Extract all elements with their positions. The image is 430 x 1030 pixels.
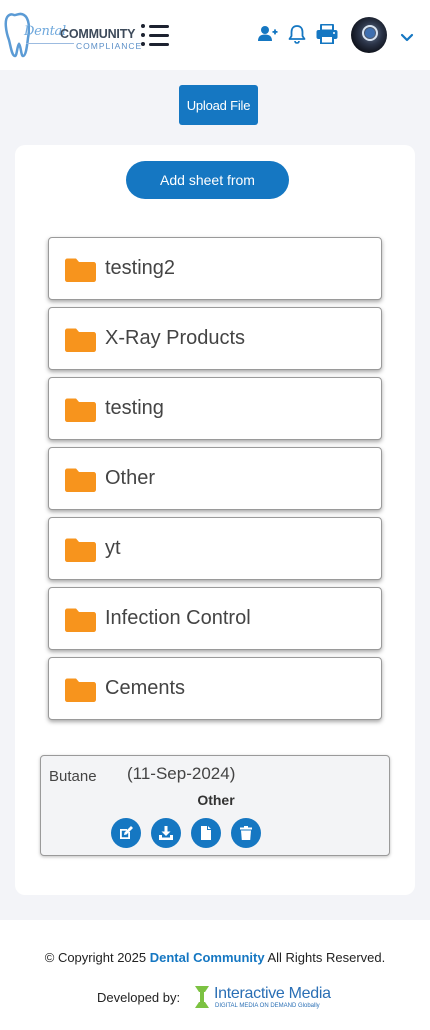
- trash-icon: [240, 826, 252, 840]
- footer: © Copyright 2025 Dental Community All Ri…: [0, 920, 430, 1030]
- developer-tagline: DIGITAL MEDIA ON DEMAND Globally: [215, 1003, 320, 1009]
- folder-icon: [65, 538, 96, 562]
- folder-icon: [65, 258, 96, 282]
- upload-file-button[interactable]: Upload File: [179, 85, 258, 125]
- folder-item[interactable]: Infection Control: [48, 587, 382, 650]
- folder-icon: [65, 678, 96, 702]
- printer-icon[interactable]: [316, 24, 338, 44]
- folder-label: testing: [105, 397, 164, 419]
- copyright-text: © Copyright 2025 Dental Community All Ri…: [0, 950, 430, 965]
- logo-text-community: COMMUNITY: [60, 27, 136, 41]
- interactive-media-logo[interactable]: Interactive Media DIGITAL MEDIA ON DEMAN…: [193, 984, 338, 1014]
- folder-label: Other: [105, 467, 156, 489]
- folder-label: Infection Control: [105, 607, 251, 629]
- file-category: Other: [197, 792, 235, 808]
- edit-button[interactable]: [111, 818, 141, 848]
- dental-community-logo[interactable]: Dental COMMUNITY COMPLIANCE: [4, 10, 141, 62]
- dental-community-link[interactable]: Dental Community: [150, 950, 265, 965]
- document-icon: [201, 826, 211, 840]
- folder-icon: [65, 398, 96, 422]
- folder-item[interactable]: testing: [48, 377, 382, 440]
- avatar-center: [365, 28, 375, 38]
- file-card: Butane (11-Sep-2024) Other: [40, 755, 390, 856]
- top-header: Dental COMMUNITY COMPLIANCE: [0, 0, 430, 70]
- copyright-suffix: All Rights Reserved.: [264, 950, 386, 965]
- developed-by-label: Developed by:: [97, 990, 181, 1005]
- documents-card: Add sheet from testing2 X-Ray Products t…: [15, 145, 415, 895]
- add-user-icon[interactable]: [258, 24, 278, 44]
- main-content: Upload File Add sheet from testing2 X-Ra…: [0, 70, 430, 920]
- folder-icon: [65, 468, 96, 492]
- add-sheet-button[interactable]: Add sheet from: [126, 161, 289, 199]
- developer-name: Interactive Media: [214, 985, 331, 1002]
- view-document-button[interactable]: [191, 818, 221, 848]
- logo-text-compliance: COMPLIANCE: [76, 41, 143, 51]
- folder-label: yt: [105, 537, 121, 559]
- file-actions: [111, 818, 271, 848]
- folder-label: Cements: [105, 677, 186, 699]
- copyright-prefix: © Copyright 2025: [44, 950, 150, 965]
- file-name: Butane: [49, 768, 97, 785]
- folder-label: X-Ray Products: [105, 327, 246, 349]
- folder-item[interactable]: X-Ray Products: [48, 307, 382, 370]
- hamburger-menu-icon[interactable]: [141, 23, 169, 47]
- delete-button[interactable]: [231, 818, 261, 848]
- folder-item[interactable]: Other: [48, 447, 382, 510]
- bell-icon[interactable]: [288, 24, 306, 44]
- chevron-down-icon[interactable]: [400, 33, 414, 43]
- folder-icon: [65, 608, 96, 632]
- folder-item[interactable]: testing2: [48, 237, 382, 300]
- folder-label: testing2: [105, 257, 176, 279]
- user-avatar[interactable]: [351, 17, 387, 53]
- edit-icon: [120, 826, 133, 839]
- folder-item[interactable]: yt: [48, 517, 382, 580]
- download-button[interactable]: [151, 818, 181, 848]
- interactive-media-mark-icon: [195, 986, 209, 1008]
- logo-rule: [26, 43, 74, 44]
- download-icon: [159, 826, 173, 840]
- folder-item[interactable]: Cements: [48, 657, 382, 720]
- file-date: (11-Sep-2024): [127, 764, 236, 783]
- folder-icon: [65, 328, 96, 352]
